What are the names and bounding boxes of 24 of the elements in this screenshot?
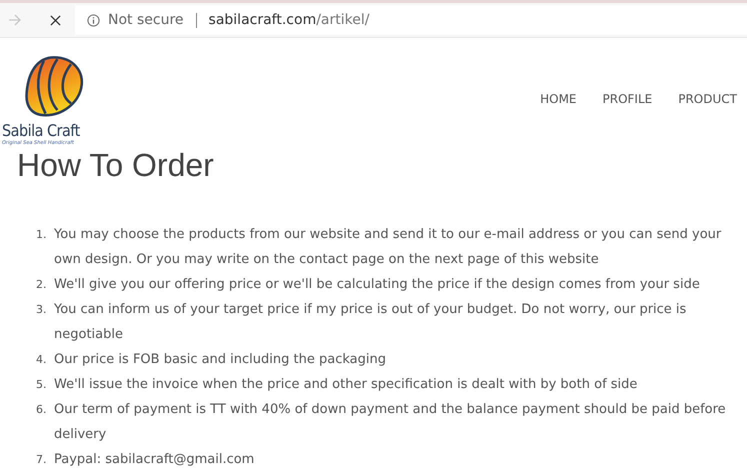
step-text: Our price is FOB basic and including the packaging (54, 351, 387, 369)
step-text: We'll issue the invoice when the price and other specification is dealt with by both of side (54, 376, 638, 394)
nav-link[interactable]: PRODUCT (678, 92, 737, 106)
step-number: 7. (36, 452, 48, 468)
step-text: You can inform us of your target price if my price is out of your budget. Do not worry, our price is negotiable (54, 301, 688, 344)
url-field[interactable]: Not secure sabilacraft.com/artikel/ (75, 5, 747, 35)
step-text: We'll give you our offering price or we'll be calculating the price if the design comes from your side (54, 276, 701, 294)
close-icon[interactable] (50, 14, 61, 26)
page-title: How To Order (17, 148, 215, 182)
info-icon[interactable] (87, 14, 100, 26)
step-number: 1. (36, 227, 48, 243)
security-label: Not secure (108, 12, 184, 28)
nav-link[interactable]: HOME (540, 92, 576, 106)
step-number: 2. (36, 277, 48, 293)
step-number: 5. (36, 377, 48, 393)
nav-link[interactable]: PROFILE (602, 92, 652, 106)
url-text: sabilacraft.com/artikel/ (208, 12, 370, 28)
step-number: 4. (36, 352, 48, 368)
step-number: 3. (36, 302, 48, 318)
step-text: You may choose the products from our website and send it to our e-mail address or you can send your own design. Or you may write on the contact page on the next page of this website (54, 226, 722, 269)
step-text: Our term of payment is TT with 40% of down payment and the balance payment should be paid before delivery (54, 401, 727, 444)
logo-name: Sabila Craft (2, 122, 80, 140)
step-number: 6. (36, 402, 48, 418)
step-text: Paypal: sabilacraft@gmail.com (54, 451, 256, 469)
